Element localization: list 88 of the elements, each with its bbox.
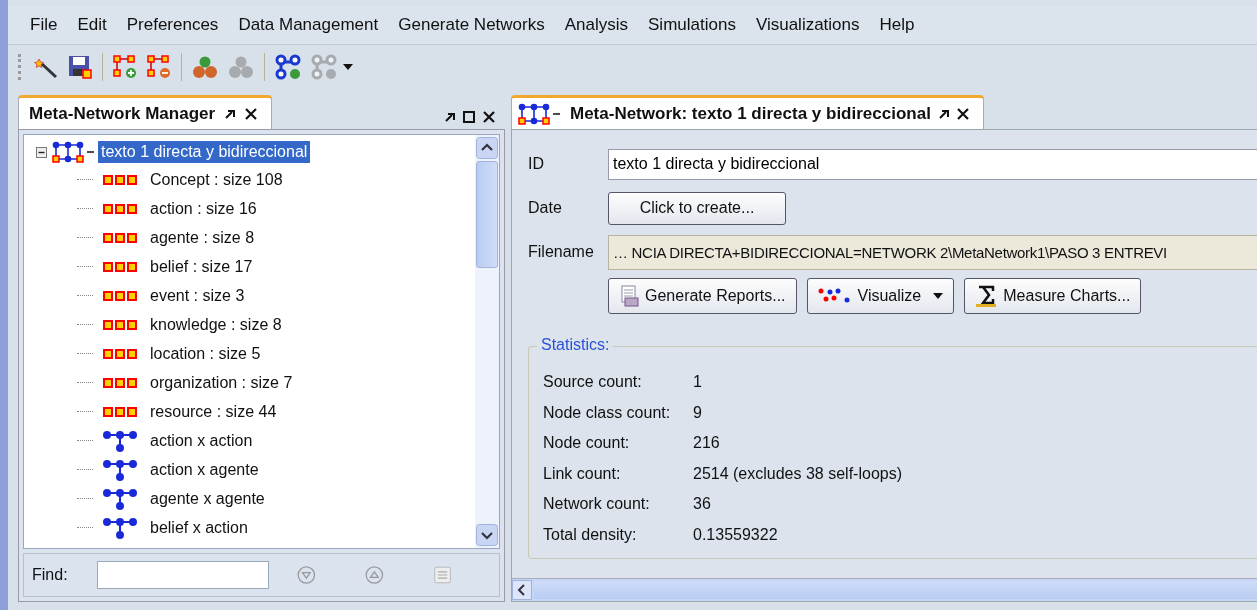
menu-item[interactable]: Preferences [116, 15, 229, 35]
node-class-remove-icon[interactable] [147, 55, 171, 79]
stat-label: Source count: [543, 373, 643, 392]
node-class-icon [103, 174, 137, 185]
tree-item[interactable]: resource : size 44 [147, 400, 280, 423]
node-class-icon [103, 261, 137, 272]
float-icon[interactable] [225, 108, 236, 119]
menu-item[interactable]: Simulations [638, 15, 746, 35]
find-field[interactable] [96, 561, 269, 589]
node-class-icon [103, 232, 137, 243]
close-icon[interactable] [245, 107, 258, 120]
node-class-icon [103, 348, 137, 359]
tree-item[interactable]: organization : size 7 [147, 371, 296, 394]
tree-item[interactable]: action x agente [147, 458, 262, 481]
stat-value: 1 [693, 373, 702, 392]
document-printer-icon [619, 285, 639, 307]
network-icon [103, 429, 137, 452]
stat-label: Total density: [543, 525, 638, 544]
reports-button[interactable]: Generate Reports... [608, 278, 797, 314]
id-field[interactable]: texto 1 directa y bidireccional [608, 148, 1257, 180]
dots-icon [817, 288, 852, 304]
node-class-icon [103, 290, 137, 301]
horizontal-scrollbar[interactable] [512, 578, 1257, 601]
measure-button[interactable]: Measure Charts... [964, 278, 1142, 314]
tree-item[interactable]: agente x agente [147, 487, 268, 510]
float-icon[interactable] [938, 108, 949, 119]
tree-item[interactable]: event : size 3 [147, 284, 248, 307]
vertical-scrollbar[interactable] [475, 135, 499, 548]
tree-item[interactable]: action : size 16 [147, 197, 260, 220]
meta-network-icon [518, 102, 562, 125]
scroll-up-icon[interactable] [476, 137, 498, 159]
collapse-icon[interactable] [36, 146, 47, 158]
network-icon [103, 487, 137, 510]
tree-item[interactable]: action x action [147, 429, 256, 452]
node-class-icon [103, 203, 137, 214]
network-add-icon[interactable] [275, 54, 301, 80]
tree-item[interactable]: Concept : size 108 [147, 168, 286, 191]
people-add-icon[interactable] [192, 55, 218, 79]
stat-value: 9 [693, 403, 702, 422]
node-class-icon [103, 377, 137, 388]
float-icon[interactable] [445, 112, 455, 122]
field-label: ID [528, 155, 545, 173]
node-class-icon [103, 406, 137, 417]
stat-value: 0.13559322 [693, 525, 778, 544]
stat-value: 36 [693, 495, 711, 514]
visualize-button[interactable]: Visualize [806, 278, 955, 314]
field-label: Date [528, 199, 563, 217]
stat-label: Network count: [543, 495, 651, 514]
menu-item[interactable]: Analysis [554, 15, 638, 35]
tree-item[interactable]: knowledge : size 8 [147, 313, 285, 336]
close-icon[interactable] [483, 111, 495, 123]
maximize-icon[interactable] [463, 111, 475, 123]
network-icon [103, 458, 137, 481]
stat-value: 216 [693, 434, 720, 453]
toolbar-grip[interactable] [18, 54, 24, 80]
tree-item[interactable]: belief : size 17 [147, 255, 256, 278]
panel-tab[interactable]: Meta-Network Manager [18, 95, 273, 129]
tree-item[interactable]: location : size 5 [147, 342, 264, 365]
menu-item[interactable]: Generate Networks [388, 15, 555, 35]
field-label: Filename [528, 243, 595, 261]
document-tab[interactable]: Meta-Network: texto 1 directa y bidireccional [511, 95, 984, 129]
tab-title: Meta-Network Manager [29, 103, 216, 124]
node-class-add-icon[interactable] [113, 55, 137, 79]
network-icon [103, 516, 137, 539]
close-icon[interactable] [956, 107, 969, 120]
scroll-thumb[interactable] [476, 161, 498, 268]
find-label: Find: [32, 566, 69, 584]
stat-label: Node count: [543, 434, 631, 453]
meta-network-icon [52, 141, 96, 163]
caret-icon[interactable] [343, 64, 353, 70]
menu-item[interactable]: Data Management [228, 15, 389, 35]
menu-item[interactable]: Visualizations [745, 15, 870, 35]
tree-item[interactable]: texto 1 directa y bidireccional [98, 141, 311, 163]
scroll-down-icon[interactable] [476, 524, 498, 546]
menu-item[interactable]: File [20, 15, 68, 35]
tab-title: Meta-Network: texto 1 directa y bidireccional [570, 103, 931, 124]
menu-item[interactable]: Edit [67, 15, 117, 35]
stat-label: Node class count: [543, 403, 672, 422]
tree-item[interactable]: belief x action [147, 516, 251, 539]
stat-label: Link count: [543, 464, 622, 483]
tree-item[interactable]: agente : size 8 [147, 226, 258, 249]
date-button[interactable]: Click to create... [608, 191, 786, 225]
scroll-left-icon[interactable] [512, 580, 532, 600]
menu-item[interactable]: Help [869, 15, 925, 35]
caret-icon [933, 293, 944, 299]
filename-field: … NCIA DIRECTA+BIDIRECCIONAL=NETWORK 2\MetaNetwork1\PASO 3 ENTREVI [608, 234, 1257, 270]
node-class-icon [103, 319, 137, 330]
stat-value: 2514 (excludes 38 self-loops) [693, 464, 902, 483]
